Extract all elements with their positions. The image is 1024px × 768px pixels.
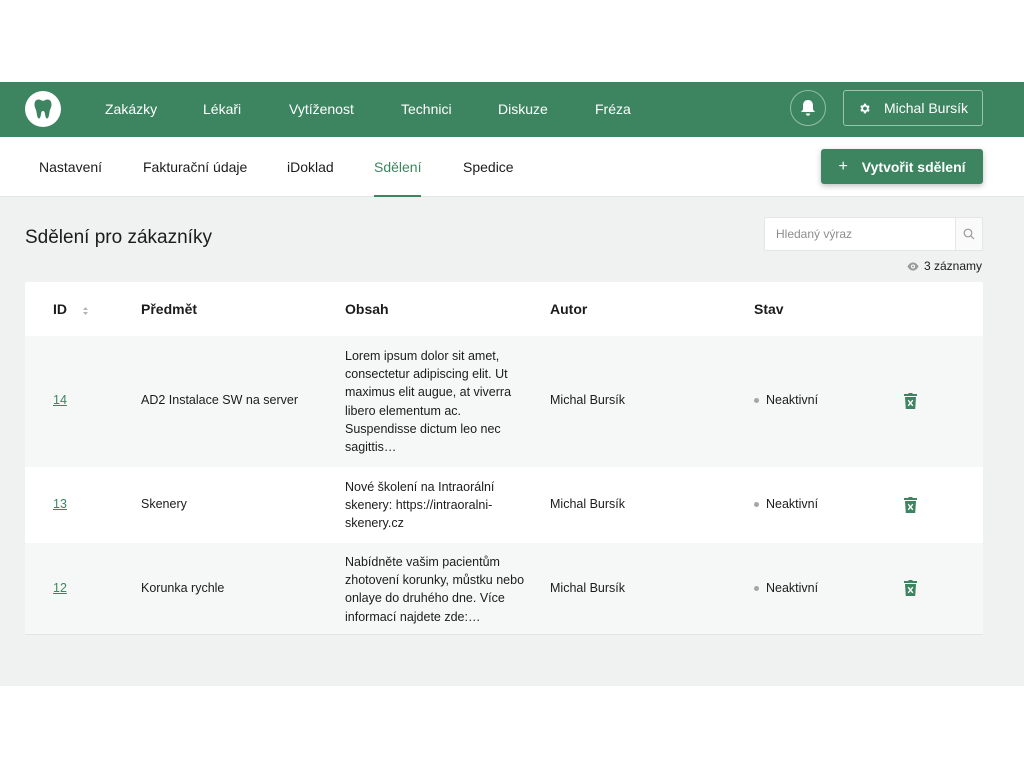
row-subject: Korunka rychle [141, 581, 225, 595]
record-count: 3 záznamy [907, 259, 982, 273]
row-id-link[interactable]: 13 [53, 497, 67, 511]
column-header-predmet: Předmět [141, 301, 198, 317]
row-subject: AD2 Instalace SW na server [141, 393, 299, 407]
row-content: Lorem ipsum dolor sit amet, consectetur … [345, 349, 512, 455]
row-id: 13 [53, 497, 67, 511]
column-header-stav: Stav [754, 301, 784, 317]
plus-icon: + [838, 157, 848, 175]
status-dot [754, 501, 759, 507]
search-icon [963, 228, 975, 240]
trash-icon[interactable] [904, 497, 917, 513]
table-row: 12 Korunka rychle Nabídněte vašim pacien… [25, 543, 983, 635]
notifications-button[interactable] [790, 90, 826, 126]
column-header-id[interactable]: ID [53, 282, 88, 336]
user-menu-button[interactable]: Michal Bursík [843, 90, 983, 126]
create-announcement-button[interactable]: + Vytvořit sdělení [821, 149, 983, 184]
search-box [764, 217, 983, 251]
eye-icon [907, 262, 919, 271]
user-name: Michal Bursík [884, 100, 969, 116]
nav-diskuze[interactable]: Diskuze [498, 82, 548, 137]
row-author: Michal Bursík [550, 581, 626, 595]
tooth-logo-icon[interactable] [25, 91, 61, 127]
nav-freza[interactable]: Fréza [595, 82, 631, 137]
top-navbar: Zakázky Lékaři Vytíženost Technici Disku… [0, 82, 1024, 137]
trash-icon[interactable] [904, 393, 917, 409]
column-header-obsah: Obsah [345, 301, 389, 317]
main-content: Sdělení pro zákazníky 3 záznamy ID [0, 197, 1024, 686]
row-id: 12 [53, 581, 67, 595]
row-id: 14 [53, 393, 67, 407]
status-badge: Neaktivní [754, 497, 818, 511]
announcements-table: ID Předmět Obsah Autor Stav 14 AD2 Insta… [25, 282, 983, 635]
search-input[interactable] [765, 218, 956, 250]
nav-zakazky[interactable]: Zakázky [105, 82, 157, 137]
tab-fakturacni-udaje[interactable]: Fakturační údaje [143, 137, 247, 197]
status-dot [754, 397, 759, 403]
nav-vytizenost[interactable]: Vytíženost [289, 82, 354, 137]
nav-technici[interactable]: Technici [401, 82, 452, 137]
gear-icon [858, 102, 871, 115]
settings-subnav: Nastavení Fakturační údaje iDoklad Sděle… [0, 137, 1024, 198]
status-badge: Neaktivní [754, 393, 818, 407]
row-id-link[interactable]: 12 [53, 581, 67, 595]
row-author: Michal Bursík [550, 393, 626, 407]
record-count-label: 3 záznamy [923, 259, 982, 273]
sort-icon [82, 283, 88, 337]
row-subject: Skenery [141, 497, 187, 511]
row-content: Nabídněte vašim pacientům zhotovení koru… [345, 555, 525, 624]
tab-nastaveni[interactable]: Nastavení [39, 137, 102, 197]
nav-lekari[interactable]: Lékaři [203, 82, 241, 137]
bell-icon [800, 99, 816, 117]
row-id-link[interactable]: 14 [53, 393, 67, 407]
search-button[interactable] [955, 218, 982, 250]
row-author: Michal Bursík [550, 497, 626, 511]
page-title: Sdělení pro zákazníky [25, 227, 212, 248]
table-row: 14 AD2 Instalace SW na server Lorem ipsu… [25, 336, 983, 467]
status-badge: Neaktivní [754, 581, 818, 595]
trash-icon[interactable] [904, 580, 917, 596]
status-dot [754, 585, 759, 591]
row-content: Nové školení na Intraorální skenery: htt… [345, 480, 495, 531]
tab-spedice[interactable]: Spedice [463, 137, 514, 197]
create-button-label: Vytvořit sdělení [861, 158, 966, 175]
table-row: 13 Skenery Nové školení na Intraorální s… [25, 467, 983, 543]
column-header-autor: Autor [550, 301, 588, 317]
tab-sdeleni[interactable]: Sdělení [374, 137, 422, 198]
tab-idoklad[interactable]: iDoklad [287, 137, 334, 197]
